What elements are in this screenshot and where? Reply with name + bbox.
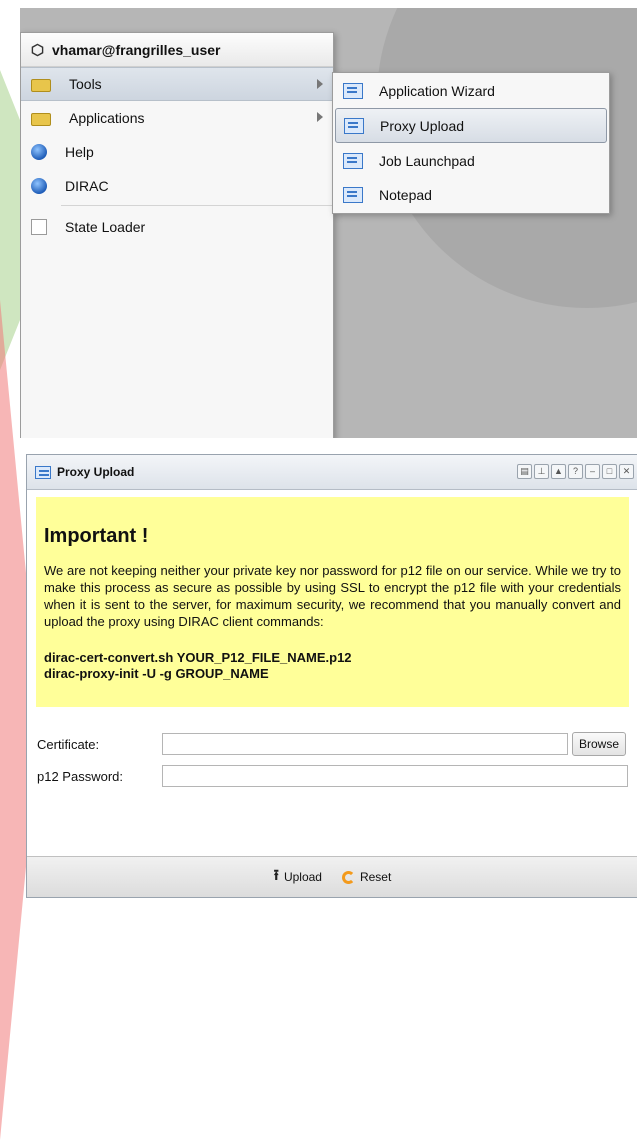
menu-item-label: Tools: [69, 76, 102, 92]
reset-button[interactable]: Reset: [341, 870, 392, 884]
application-icon: [35, 465, 51, 479]
reset-icon: [341, 870, 355, 884]
save-state-icon[interactable]: ▤: [517, 464, 532, 479]
submenu-item-label: Application Wizard: [379, 82, 495, 99]
state-loader-icon: [31, 219, 47, 235]
window-footer: ⭱ Upload Reset: [27, 856, 637, 897]
folder-icon: [31, 113, 51, 126]
proxy-upload-window: Proxy Upload ▤ ⊥ ▲ ? – □ ✕ Important ! W…: [26, 454, 637, 898]
submenu-item-proxy-upload[interactable]: Proxy Upload: [335, 108, 607, 143]
submenu-item-label: Notepad: [379, 186, 432, 203]
reset-label: Reset: [359, 870, 392, 884]
upload-label: Upload: [283, 870, 322, 884]
submenu-item-label: Proxy Upload: [380, 117, 465, 134]
password-input[interactable]: [162, 765, 628, 787]
browse-button[interactable]: Browse: [572, 732, 627, 756]
upload-button[interactable]: ⭱ Upload: [274, 865, 322, 890]
tools-submenu: Application Wizard Proxy Upload Job Laun…: [332, 72, 610, 214]
submenu-item-label: Job Launchpad: [379, 152, 475, 169]
important-notice: Important ! We are not keeping neither y…: [36, 497, 629, 707]
pin-icon[interactable]: ⊥: [534, 464, 549, 479]
menu-item-dirac[interactable]: DIRAC: [21, 169, 333, 203]
help-icon[interactable]: ?: [568, 464, 583, 479]
notice-text: We are not keeping neither your private …: [44, 563, 621, 629]
command-proxy-init: dirac-proxy-init -U -g GROUP_NAME: [44, 666, 269, 681]
application-icon: [344, 117, 364, 134]
submenu-item-application-wizard[interactable]: Application Wizard: [335, 74, 607, 107]
chevron-right-icon: [317, 79, 323, 89]
certificate-input[interactable]: [162, 733, 568, 755]
folder-icon: [31, 79, 51, 92]
maximize-icon[interactable]: □: [602, 464, 617, 479]
menu-header: vhamar@frangrilles_user: [21, 33, 333, 67]
menu-item-label: Help: [65, 144, 94, 160]
menu-item-tools[interactable]: Tools: [21, 67, 333, 101]
application-icon: [343, 152, 363, 169]
menu-screenshot: vhamar@frangrilles_user Tools Applicatio…: [20, 8, 637, 438]
command-list: dirac-cert-convert.sh YOUR_P12_FILE_NAME…: [44, 650, 621, 682]
chevron-up-icon[interactable]: ▲: [551, 464, 566, 479]
window-tools: ▤ ⊥ ▲ ? – □ ✕: [517, 464, 634, 479]
command-cert-convert: dirac-cert-convert.sh YOUR_P12_FILE_NAME…: [44, 650, 352, 665]
notice-heading: Important !: [44, 525, 149, 547]
certificate-row: Certificate: Browse: [37, 732, 627, 756]
window-title: Proxy Upload: [57, 465, 135, 479]
menu-separator: [61, 205, 333, 206]
certificate-label: Certificate:: [37, 736, 100, 752]
upload-icon: ⭱: [273, 866, 279, 884]
submenu-item-notepad[interactable]: Notepad: [335, 178, 607, 211]
password-label: p12 Password:: [37, 768, 123, 784]
user-hexagon-icon: [31, 43, 44, 56]
globe-icon: [31, 178, 47, 194]
close-icon[interactable]: ✕: [619, 464, 634, 479]
minimize-icon[interactable]: –: [585, 464, 600, 479]
window-titlebar[interactable]: Proxy Upload ▤ ⊥ ▲ ? – □ ✕: [27, 455, 637, 490]
application-icon: [343, 82, 363, 99]
menu-item-state-loader[interactable]: State Loader: [21, 210, 333, 244]
submenu-item-job-launchpad[interactable]: Job Launchpad: [335, 144, 607, 177]
menu-item-help[interactable]: Help: [21, 135, 333, 169]
globe-icon: [31, 144, 47, 160]
menu-item-label: Applications: [69, 110, 145, 126]
menu-item-label: State Loader: [65, 219, 146, 235]
username: vhamar@frangrilles_user: [52, 41, 221, 58]
start-menu: vhamar@frangrilles_user Tools Applicatio…: [20, 32, 334, 438]
menu-item-label: DIRAC: [65, 178, 109, 194]
chevron-right-icon: [317, 112, 323, 122]
application-icon: [343, 186, 363, 203]
menu-item-applications[interactable]: Applications: [21, 101, 333, 135]
password-row: p12 Password:: [37, 765, 628, 787]
